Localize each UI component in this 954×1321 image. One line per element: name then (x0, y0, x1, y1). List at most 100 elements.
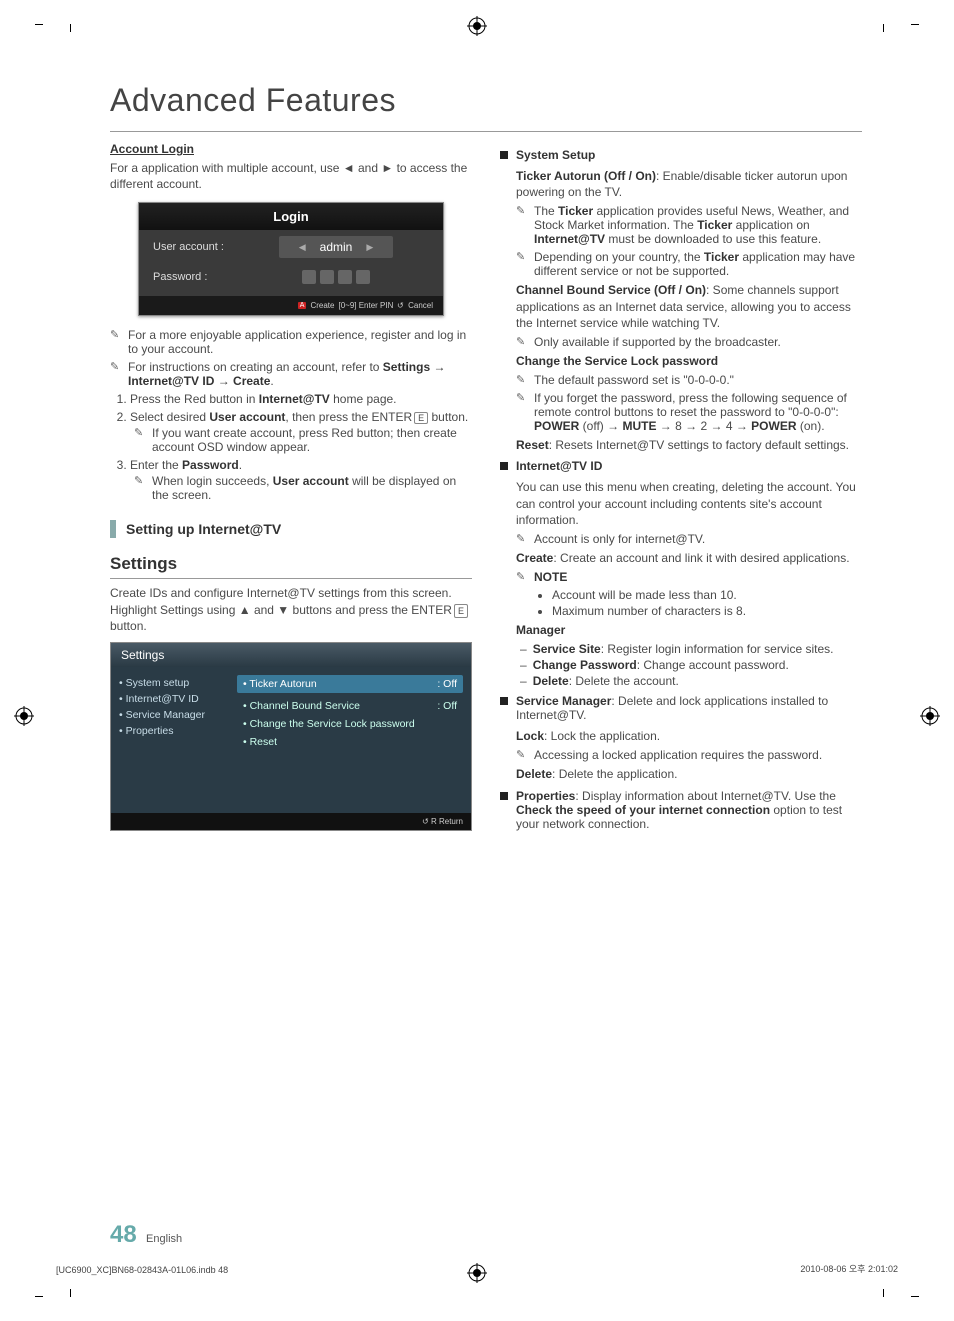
ticker-note-2: Depending on your country, the Ticker ap… (534, 250, 862, 278)
note-icon (134, 426, 152, 454)
note-icon (516, 391, 534, 404)
note-register: For a more enjoyable application experie… (128, 328, 472, 356)
settings-main: • Ticker Autorun: Off • Channel Bound Se… (237, 675, 463, 805)
change-lock-note-2: If you forget the password, press the fo… (534, 391, 862, 433)
settings-dialog: Settings • System setup • Internet@TV ID… (110, 642, 472, 831)
change-lock-row[interactable]: • Change the Service Lock password (237, 715, 463, 733)
internet-tv-id-note: Account is only for internet@TV. (534, 532, 705, 546)
footer-cancel: Cancel (408, 301, 433, 310)
internet-tv-id-desc: You can use this menu when creating, del… (516, 479, 862, 528)
nav-service-manager[interactable]: • Service Manager (119, 707, 229, 723)
square-bullet-icon (500, 151, 508, 159)
note-icon (516, 335, 534, 348)
channel-bound-desc: Channel Bound Service (Off / On): Some c… (516, 282, 862, 331)
properties-desc: Properties: Display information about In… (516, 789, 862, 831)
lock-desc: Lock: Lock the application. (516, 728, 862, 744)
login-title: Login (139, 203, 443, 230)
reset-row[interactable]: • Reset (237, 733, 463, 751)
user-account-value: admin (320, 240, 353, 254)
page-title: Advanced Features (110, 82, 862, 119)
delete-desc: Delete: Delete the application. (516, 766, 862, 782)
step-2-note: If you want create account, press Red bu… (152, 426, 472, 454)
note-icon (516, 748, 534, 761)
registration-mark-icon (920, 706, 940, 726)
settings-heading: Settings (110, 554, 472, 574)
section-bar: Setting up Internet@TV (110, 520, 472, 538)
nav-system-setup[interactable]: • System setup (119, 675, 229, 691)
footer-file: [UC6900_XC]BN68-02843A-01L06.indb 48 (56, 1265, 228, 1275)
step-3: Enter the Password. When login succeeds,… (130, 458, 472, 502)
enter-icon: E (454, 604, 468, 618)
manager-delete: Delete: Delete the account. (520, 674, 862, 688)
step-1: Press the Red button in Internet@TV home… (130, 392, 472, 406)
step-2: Select desired User account, then press … (130, 410, 472, 454)
section-marker-icon (110, 520, 116, 538)
password-field[interactable] (302, 270, 370, 284)
red-a-badge-icon: A (298, 302, 307, 309)
account-login-heading: Account Login (110, 142, 472, 156)
page-number-block: 48 English (110, 1221, 182, 1249)
change-lock-heading: Change the Service Lock password (516, 354, 718, 368)
return-icon: ↻ (397, 301, 404, 310)
nav-internet-tv-id[interactable]: • Internet@TV ID (119, 691, 229, 707)
registration-mark-icon (14, 706, 34, 726)
ticker-autorun-row[interactable]: • Ticker Autorun: Off (237, 675, 463, 693)
step-3-note: When login succeeds, User account will b… (152, 474, 472, 502)
registration-mark-icon (467, 16, 487, 36)
footer-create: Create (310, 301, 334, 310)
print-footer: [UC6900_XC]BN68-02843A-01L06.indb 48 201… (56, 1262, 898, 1275)
service-manager-desc: Service Manager: Delete and lock applica… (516, 694, 862, 722)
change-lock-note-1: The default password set is "0-0-0-0." (534, 373, 734, 387)
left-arrow-icon[interactable]: ◀ (299, 242, 306, 253)
manager-change-password: Change Password: Change account password… (520, 658, 862, 672)
square-bullet-icon (500, 792, 508, 800)
note-heading: NOTE (534, 570, 567, 584)
settings-desc: Create IDs and configure Internet@TV set… (110, 585, 472, 634)
system-setup-heading: System Setup (516, 148, 595, 162)
page-number: 48 (110, 1221, 137, 1248)
login-dialog: Login User account : ◀ admin ▶ Password (138, 202, 444, 316)
user-account-spinner[interactable]: ◀ admin ▶ (279, 236, 394, 258)
manager-service-site: Service Site: Register login information… (520, 642, 862, 656)
note-icon (110, 328, 128, 341)
password-label: Password : (153, 271, 243, 283)
settings-footer: ↻ R Return (111, 813, 471, 830)
channel-bound-row[interactable]: • Channel Bound Service: Off (237, 697, 463, 715)
enter-icon: E (414, 412, 428, 424)
right-arrow-icon[interactable]: ▶ (366, 242, 373, 253)
note-instructions: For instructions on creating an account,… (128, 360, 472, 388)
cbs-note: Only available if supported by the broad… (534, 335, 781, 349)
manager-heading: Manager (516, 623, 565, 637)
left-column: Account Login For a application with mul… (110, 142, 472, 839)
note-icon (134, 474, 152, 502)
note-icon (516, 570, 534, 583)
ticker-autorun-desc: Ticker Autorun (Off / On): Enable/disabl… (516, 168, 862, 200)
internet-tv-id-heading: Internet@TV ID (516, 459, 602, 473)
note-icon (516, 250, 534, 263)
lock-note: Accessing a locked application requires … (534, 748, 822, 762)
language-label: English (146, 1233, 182, 1245)
note-icon (516, 532, 534, 545)
settings-nav[interactable]: • System setup • Internet@TV ID • Servic… (119, 675, 229, 805)
create-desc: Create: Create an account and link it wi… (516, 550, 862, 566)
note-icon (516, 373, 534, 386)
right-column: System Setup Ticker Autorun (Off / On): … (500, 142, 862, 839)
login-footer: A Create [0~9] Enter PIN ↻ Cancel (139, 296, 443, 315)
footer-enter-pin: [0~9] Enter PIN (338, 301, 393, 310)
section-setting-up: Setting up Internet@TV (126, 521, 281, 537)
note-icon (110, 360, 128, 373)
settings-dialog-title: Settings (111, 643, 471, 667)
return-icon: ↻ (422, 817, 429, 826)
account-login-desc: For a application with multiple account,… (110, 160, 472, 192)
user-account-label: User account : (153, 241, 243, 253)
ticker-note-1: The Ticker application provides useful N… (534, 204, 862, 246)
square-bullet-icon (500, 697, 508, 705)
note-li-1: Account will be made less than 10. (552, 588, 862, 602)
square-bullet-icon (500, 462, 508, 470)
note-li-2: Maximum number of characters is 8. (552, 604, 862, 618)
page: Advanced Features Account Login For a ap… (0, 0, 954, 1321)
nav-properties[interactable]: • Properties (119, 723, 229, 739)
footer-date: 2010-08-06 오후 2:01:02 (800, 1262, 898, 1275)
reset-desc: Reset: Resets Internet@TV settings to fa… (516, 437, 862, 453)
note-icon (516, 204, 534, 217)
